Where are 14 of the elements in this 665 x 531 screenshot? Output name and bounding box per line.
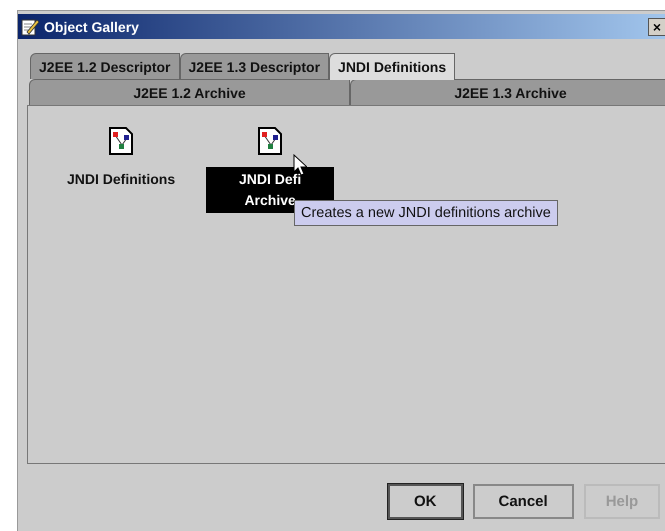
- document-diagram-icon[interactable]: [109, 127, 134, 155]
- pencil-note-icon: [21, 18, 39, 36]
- tooltip: Creates a new JNDI definitions archive: [294, 200, 558, 226]
- dialog-button[interactable]: OK: [388, 484, 462, 519]
- window-title: Object Gallery: [44, 18, 139, 34]
- tab[interactable]: J2EE 1.2 Descriptor: [30, 53, 180, 79]
- tab[interactable]: JNDI Definitions: [329, 53, 456, 80]
- tab[interactable]: J2EE 1.2 Archive: [29, 79, 350, 105]
- document-diagram-icon[interactable]: [258, 127, 282, 155]
- dialog-button[interactable]: Cancel: [472, 484, 574, 519]
- close-button[interactable]: ×: [648, 18, 665, 36]
- tab[interactable]: J2EE 1.3 Descriptor: [180, 53, 330, 79]
- tab[interactable]: J2EE 1.3 Archive: [350, 79, 665, 105]
- item-label[interactable]: JNDI Definitions: [66, 167, 176, 192]
